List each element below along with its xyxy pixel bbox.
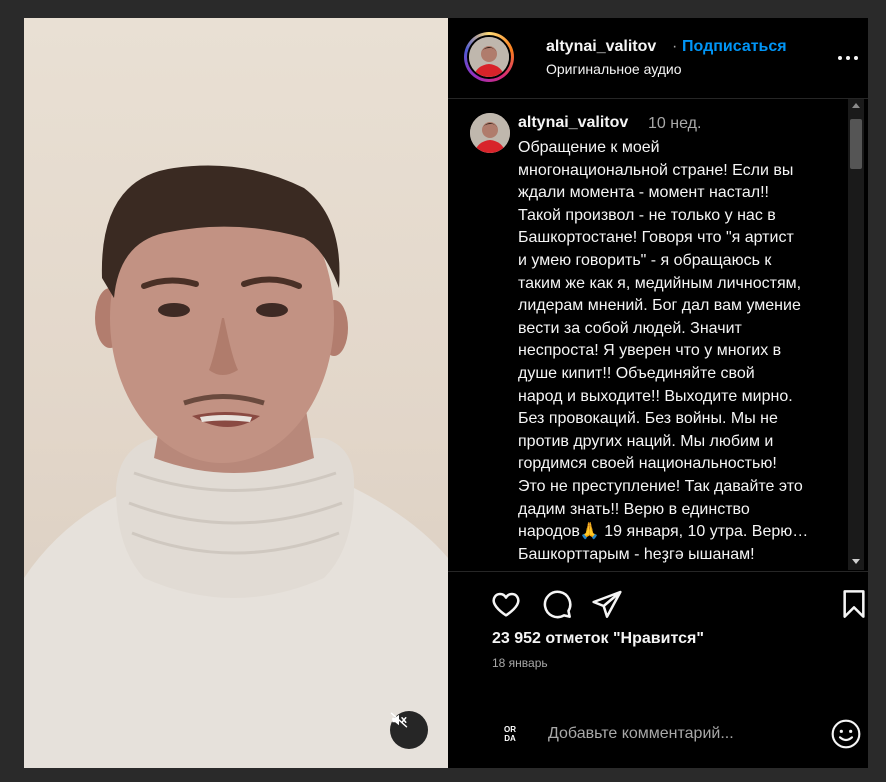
comment-input[interactable] bbox=[548, 718, 808, 750]
mute-button[interactable] bbox=[390, 711, 428, 749]
action-bar bbox=[448, 588, 868, 628]
post-header: altynai_valitov · Подписаться Оригинальн… bbox=[448, 18, 868, 99]
post-modal: altynai_valitov · Подписаться Оригинальн… bbox=[24, 18, 868, 768]
send-icon bbox=[592, 590, 622, 618]
caption-avatar[interactable] bbox=[470, 113, 510, 153]
follow-button[interactable]: Подписаться bbox=[682, 38, 787, 56]
save-button[interactable] bbox=[838, 588, 868, 620]
share-button[interactable] bbox=[591, 588, 623, 620]
scroll-up-arrow-icon[interactable] bbox=[852, 103, 860, 108]
bookmark-icon bbox=[843, 590, 865, 618]
scroll-thumb[interactable] bbox=[850, 119, 862, 169]
video-frame-image bbox=[24, 165, 448, 768]
like-button[interactable] bbox=[490, 588, 522, 620]
caption-text: Обращение к моей многонациональной стран… bbox=[518, 139, 809, 563]
orda-logo: OR DA bbox=[504, 725, 516, 743]
smiley-icon bbox=[831, 719, 861, 749]
muted-speaker-icon bbox=[390, 712, 408, 728]
emoji-button[interactable] bbox=[830, 718, 862, 750]
header-separator: · bbox=[672, 38, 678, 55]
profile-avatar[interactable] bbox=[464, 32, 514, 82]
comments-section: altynai_valitov 10 нед. Обращение к моей… bbox=[448, 99, 868, 572]
avatar-image bbox=[469, 37, 509, 77]
likes-count[interactable]: 23 952 отметок "Нравится" bbox=[492, 630, 704, 648]
add-comment-bar: OR DA bbox=[448, 702, 868, 768]
avatar-image bbox=[470, 113, 510, 153]
comment-icon bbox=[543, 590, 572, 619]
post-side-panel: altynai_valitov · Подписаться Оригинальн… bbox=[448, 18, 868, 768]
video-player[interactable] bbox=[24, 18, 448, 768]
more-options-icon[interactable] bbox=[838, 46, 862, 70]
header-username[interactable]: altynai_valitov bbox=[546, 38, 656, 56]
caption-username[interactable]: altynai_valitov bbox=[518, 114, 628, 132]
comments-scrollbar[interactable] bbox=[848, 99, 864, 570]
post-date[interactable]: 18 январь bbox=[492, 656, 548, 670]
audio-label[interactable]: Оригинальное аудио bbox=[546, 61, 682, 77]
heart-icon bbox=[492, 592, 520, 617]
comment-button[interactable] bbox=[541, 588, 573, 620]
caption-timestamp[interactable]: 10 нед. bbox=[648, 115, 701, 133]
scroll-down-arrow-icon[interactable] bbox=[852, 559, 860, 564]
